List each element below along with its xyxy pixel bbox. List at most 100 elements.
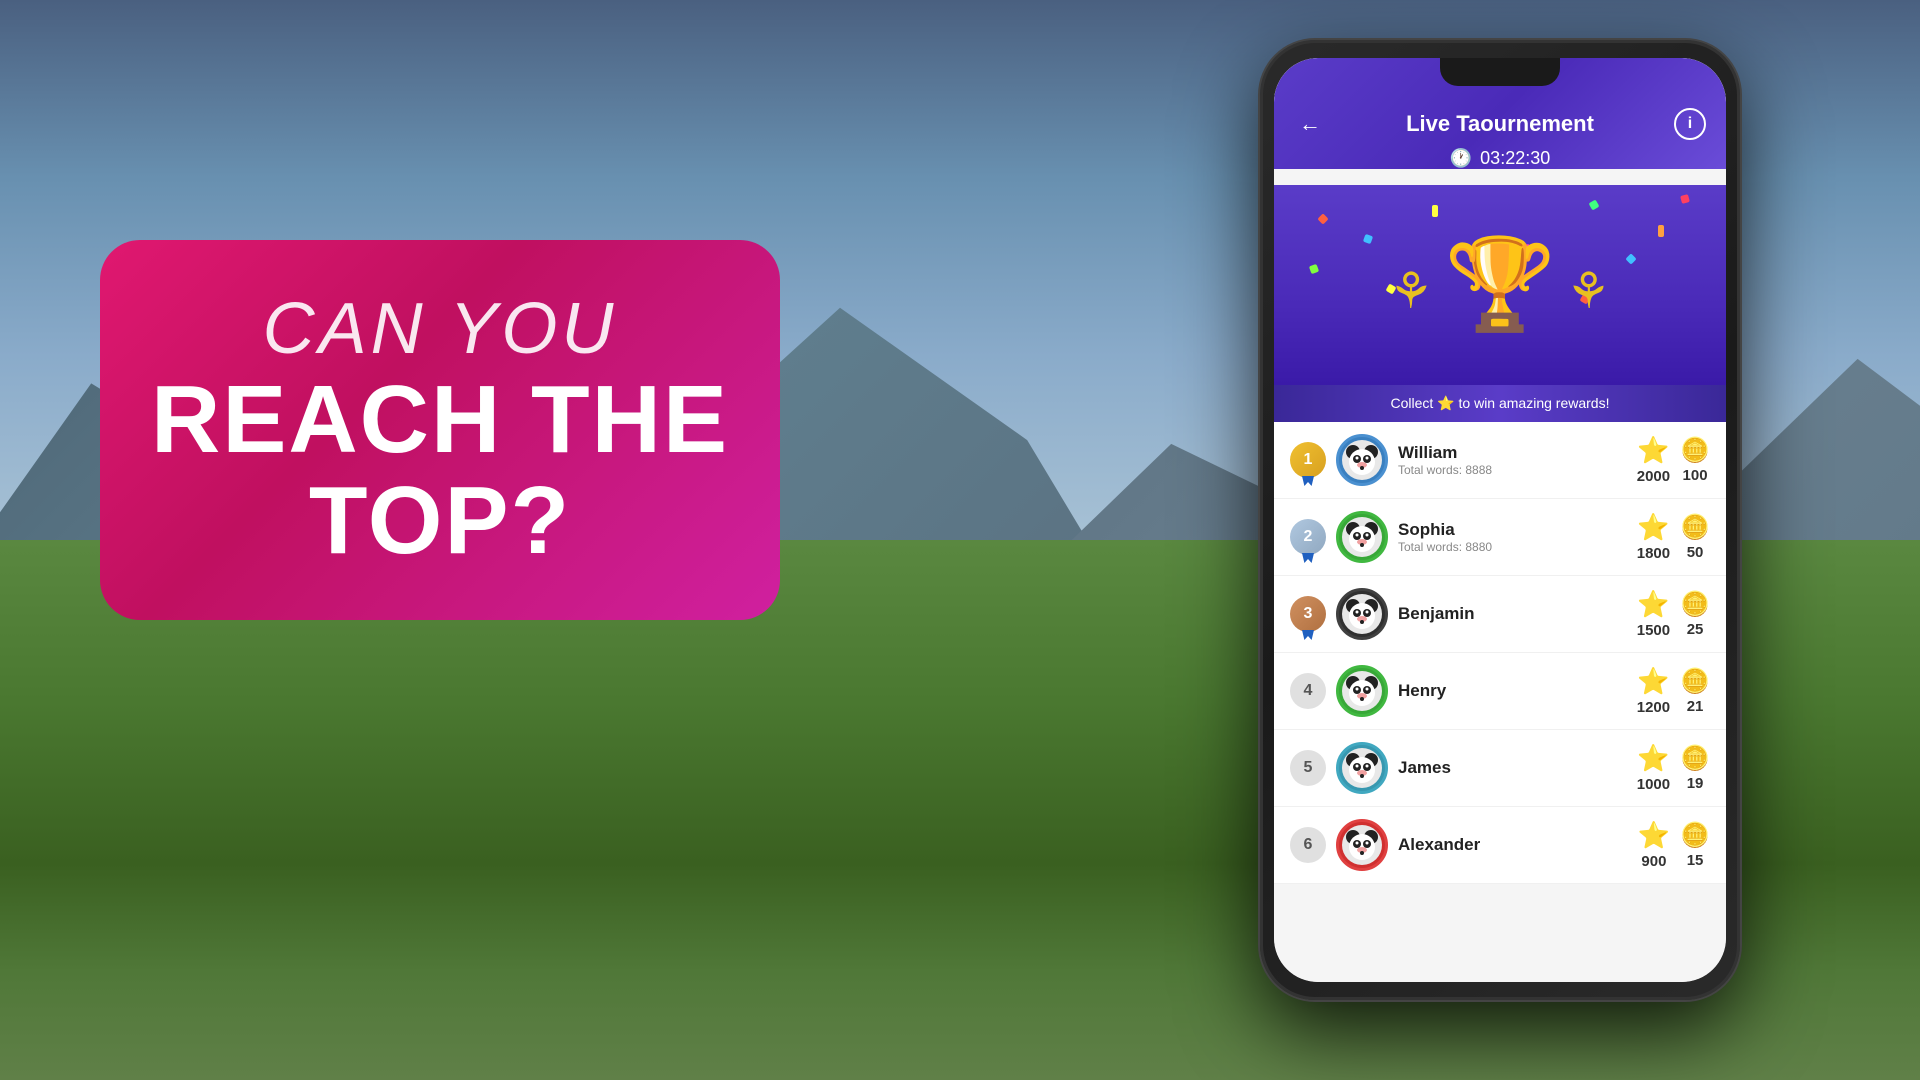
score-value: 1200 (1637, 699, 1670, 716)
star-icon: ⭐ (1637, 512, 1669, 543)
promo-panel: CAN YOU REACH THETOP? (100, 240, 780, 620)
coins-icon: 🪙 (1680, 667, 1710, 696)
coins-section: 🪙 15 (1680, 821, 1710, 869)
rank-badge-2: 2 (1290, 519, 1326, 555)
coins-section: 🪙 100 (1680, 436, 1710, 484)
player-row: 3 (1274, 576, 1726, 653)
trophy-area: ⚘ 🏆 ⚘ (1274, 185, 1726, 385)
confetti-piece (1680, 194, 1690, 204)
timer-row: 🕐 03:22:30 (1294, 148, 1706, 169)
player-name: Alexander (1398, 835, 1628, 855)
rank-badge-3: 3 (1290, 596, 1326, 632)
collect-text: Collect ⭐ to win amazing rewards! (1391, 395, 1610, 412)
coins-section: 🪙 21 (1680, 667, 1710, 715)
player-row: 1 (1274, 422, 1726, 499)
score-value: 1500 (1637, 622, 1670, 639)
player-row: 4 (1274, 653, 1726, 730)
player-name: James (1398, 758, 1627, 778)
avatar-sophia (1336, 511, 1388, 563)
info-button[interactable]: i (1674, 108, 1706, 140)
back-button[interactable]: ← (1294, 108, 1326, 140)
player-words: Total words: 8880 (1398, 540, 1627, 554)
player-row: 6 (1274, 807, 1726, 884)
score-value: 1000 (1637, 776, 1670, 793)
avatar-alexander (1336, 819, 1388, 871)
coins-value: 19 (1687, 775, 1704, 792)
score-section: ⭐ 1200 (1637, 666, 1670, 716)
phone-screen: ← Live Taournement i 🕐 03:22:30 (1274, 58, 1726, 982)
confetti-piece (1625, 253, 1636, 264)
app-title: Live Taournement (1326, 111, 1674, 137)
coins-value: 50 (1687, 544, 1704, 561)
score-section: ⭐ 1800 (1637, 512, 1670, 562)
phone-notch (1440, 58, 1560, 86)
coins-value: 25 (1687, 621, 1704, 638)
promo-line1: CAN YOU (263, 288, 618, 370)
phone-frame: ← Live Taournement i 🕐 03:22:30 (1260, 40, 1740, 1000)
player-info-benjamin: Benjamin (1398, 604, 1627, 624)
score-section: ⭐ 1000 (1637, 743, 1670, 793)
player-name: Benjamin (1398, 604, 1627, 624)
confetti-piece (1363, 234, 1373, 244)
phone-mockup: ← Live Taournement i 🕐 03:22:30 (1260, 40, 1740, 1000)
promo-line2: REACH THETOP? (151, 370, 729, 572)
rank-badge-5: 5 (1290, 750, 1326, 786)
player-info-alexander: Alexander (1398, 835, 1628, 855)
timer-value: 03:22:30 (1480, 148, 1550, 169)
rank-badge-6: 6 (1290, 827, 1326, 863)
score-value: 900 (1641, 853, 1666, 870)
avatar-james (1336, 742, 1388, 794)
panda-svg (1340, 823, 1384, 867)
confetti-piece (1318, 213, 1329, 224)
score-section: ⭐ 2000 (1637, 435, 1670, 485)
coins-icon: 🪙 (1680, 436, 1710, 465)
score-section: ⭐ 900 (1638, 820, 1670, 870)
coins-icon: 🪙 (1680, 513, 1710, 542)
panda-svg (1340, 592, 1384, 636)
star-icon: ⭐ (1637, 589, 1669, 620)
rank-badge-4: 4 (1290, 673, 1326, 709)
coins-icon: 🪙 (1680, 821, 1710, 850)
confetti-piece (1658, 225, 1664, 237)
star-icon: ⭐ (1637, 435, 1669, 466)
panda-svg (1340, 669, 1384, 713)
confetti-piece (1309, 264, 1319, 274)
score-value: 1800 (1637, 545, 1670, 562)
collect-banner: Collect ⭐ to win amazing rewards! (1274, 385, 1726, 422)
player-row: 5 (1274, 730, 1726, 807)
avatar-william (1336, 434, 1388, 486)
avatar-benjamin (1336, 588, 1388, 640)
confetti-piece (1432, 205, 1438, 217)
player-name: William (1398, 443, 1627, 463)
player-name: Sophia (1398, 520, 1627, 540)
player-info-henry: Henry (1398, 681, 1627, 701)
panda-svg (1340, 438, 1384, 482)
clock-icon: 🕐 (1450, 148, 1472, 169)
star-icon: ⭐ (1638, 820, 1670, 851)
panda-svg (1340, 515, 1384, 559)
player-name: Henry (1398, 681, 1627, 701)
coins-section: 🪙 50 (1680, 513, 1710, 561)
avatar-henry (1336, 665, 1388, 717)
coins-icon: 🪙 (1680, 590, 1710, 619)
leaderboard-list: 1 (1274, 422, 1726, 884)
star-icon: ⭐ (1637, 666, 1669, 697)
right-laurel-icon: ⚘ (1566, 262, 1611, 320)
player-info-sophia: Sophia Total words: 8880 (1398, 520, 1627, 554)
score-section: ⭐ 1500 (1637, 589, 1670, 639)
coins-icon: 🪙 (1680, 744, 1710, 773)
trophy-icon: 🏆 (1444, 240, 1556, 330)
coins-section: 🪙 19 (1680, 744, 1710, 792)
coins-value: 15 (1687, 852, 1704, 869)
score-value: 2000 (1637, 468, 1670, 485)
player-row: 2 (1274, 499, 1726, 576)
star-icon: ⭐ (1637, 743, 1669, 774)
trophy-container: ⚘ 🏆 ⚘ (1389, 240, 1611, 330)
coins-value: 100 (1683, 467, 1708, 484)
left-laurel-icon: ⚘ (1389, 262, 1434, 320)
coins-section: 🪙 25 (1680, 590, 1710, 638)
player-words: Total words: 8888 (1398, 463, 1627, 477)
player-info-william: William Total words: 8888 (1398, 443, 1627, 477)
trophy-icon-wrapper: 🏆 (1444, 240, 1556, 330)
panda-svg (1340, 746, 1384, 790)
